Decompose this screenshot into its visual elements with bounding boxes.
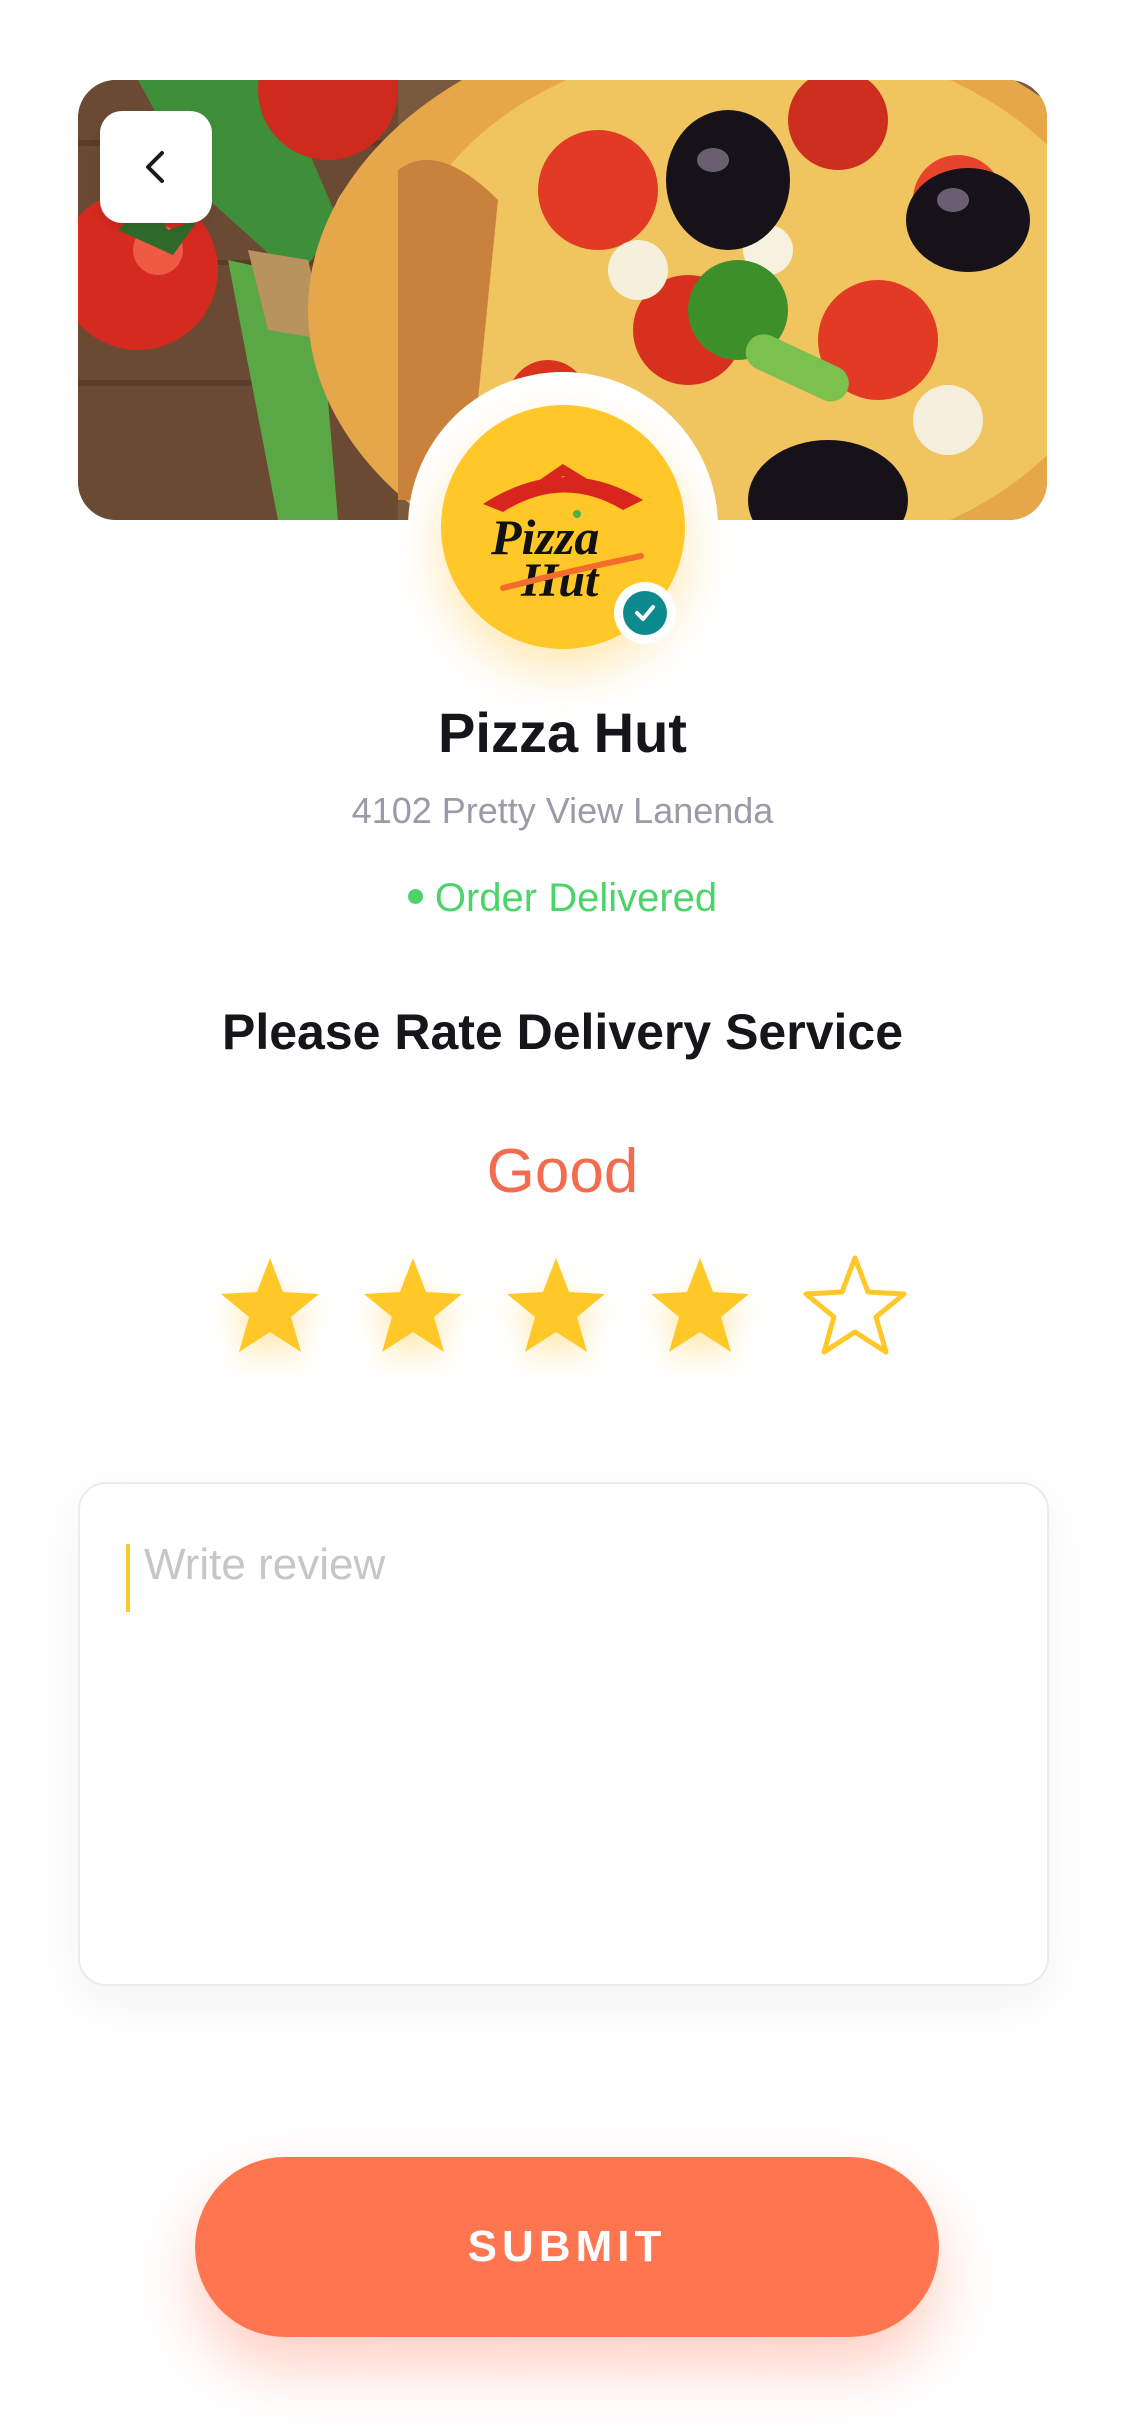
review-box [78,1482,1049,1986]
restaurant-name: Pizza Hut [438,701,687,764]
status-dot-icon [407,888,423,904]
text-caret [126,1544,130,1612]
star-filled-icon[interactable] [645,1250,755,1360]
check-circle-icon [635,605,655,621]
rating-label: Good [486,1137,639,1206]
star-filled-icon[interactable] [215,1250,325,1360]
order-status-text: Order Delivered [434,876,718,920]
back-button[interactable] [100,111,212,223]
verified-badge [614,582,676,644]
submit-button[interactable]: SUBMIT [195,2157,939,2337]
star-filled-icon[interactable] [358,1250,468,1360]
order-status: Order Delivered [0,876,1125,921]
chevron-left-icon [146,151,164,183]
restaurant-address: 4102 Pretty View Lanenda [351,790,774,831]
star-rating [0,1250,1125,1360]
rating-prompt: Please Rate Delivery Service [221,1004,904,1060]
star-empty-icon[interactable] [800,1250,910,1360]
star-filled-icon[interactable] [501,1250,611,1360]
review-input[interactable] [144,1540,1004,1940]
